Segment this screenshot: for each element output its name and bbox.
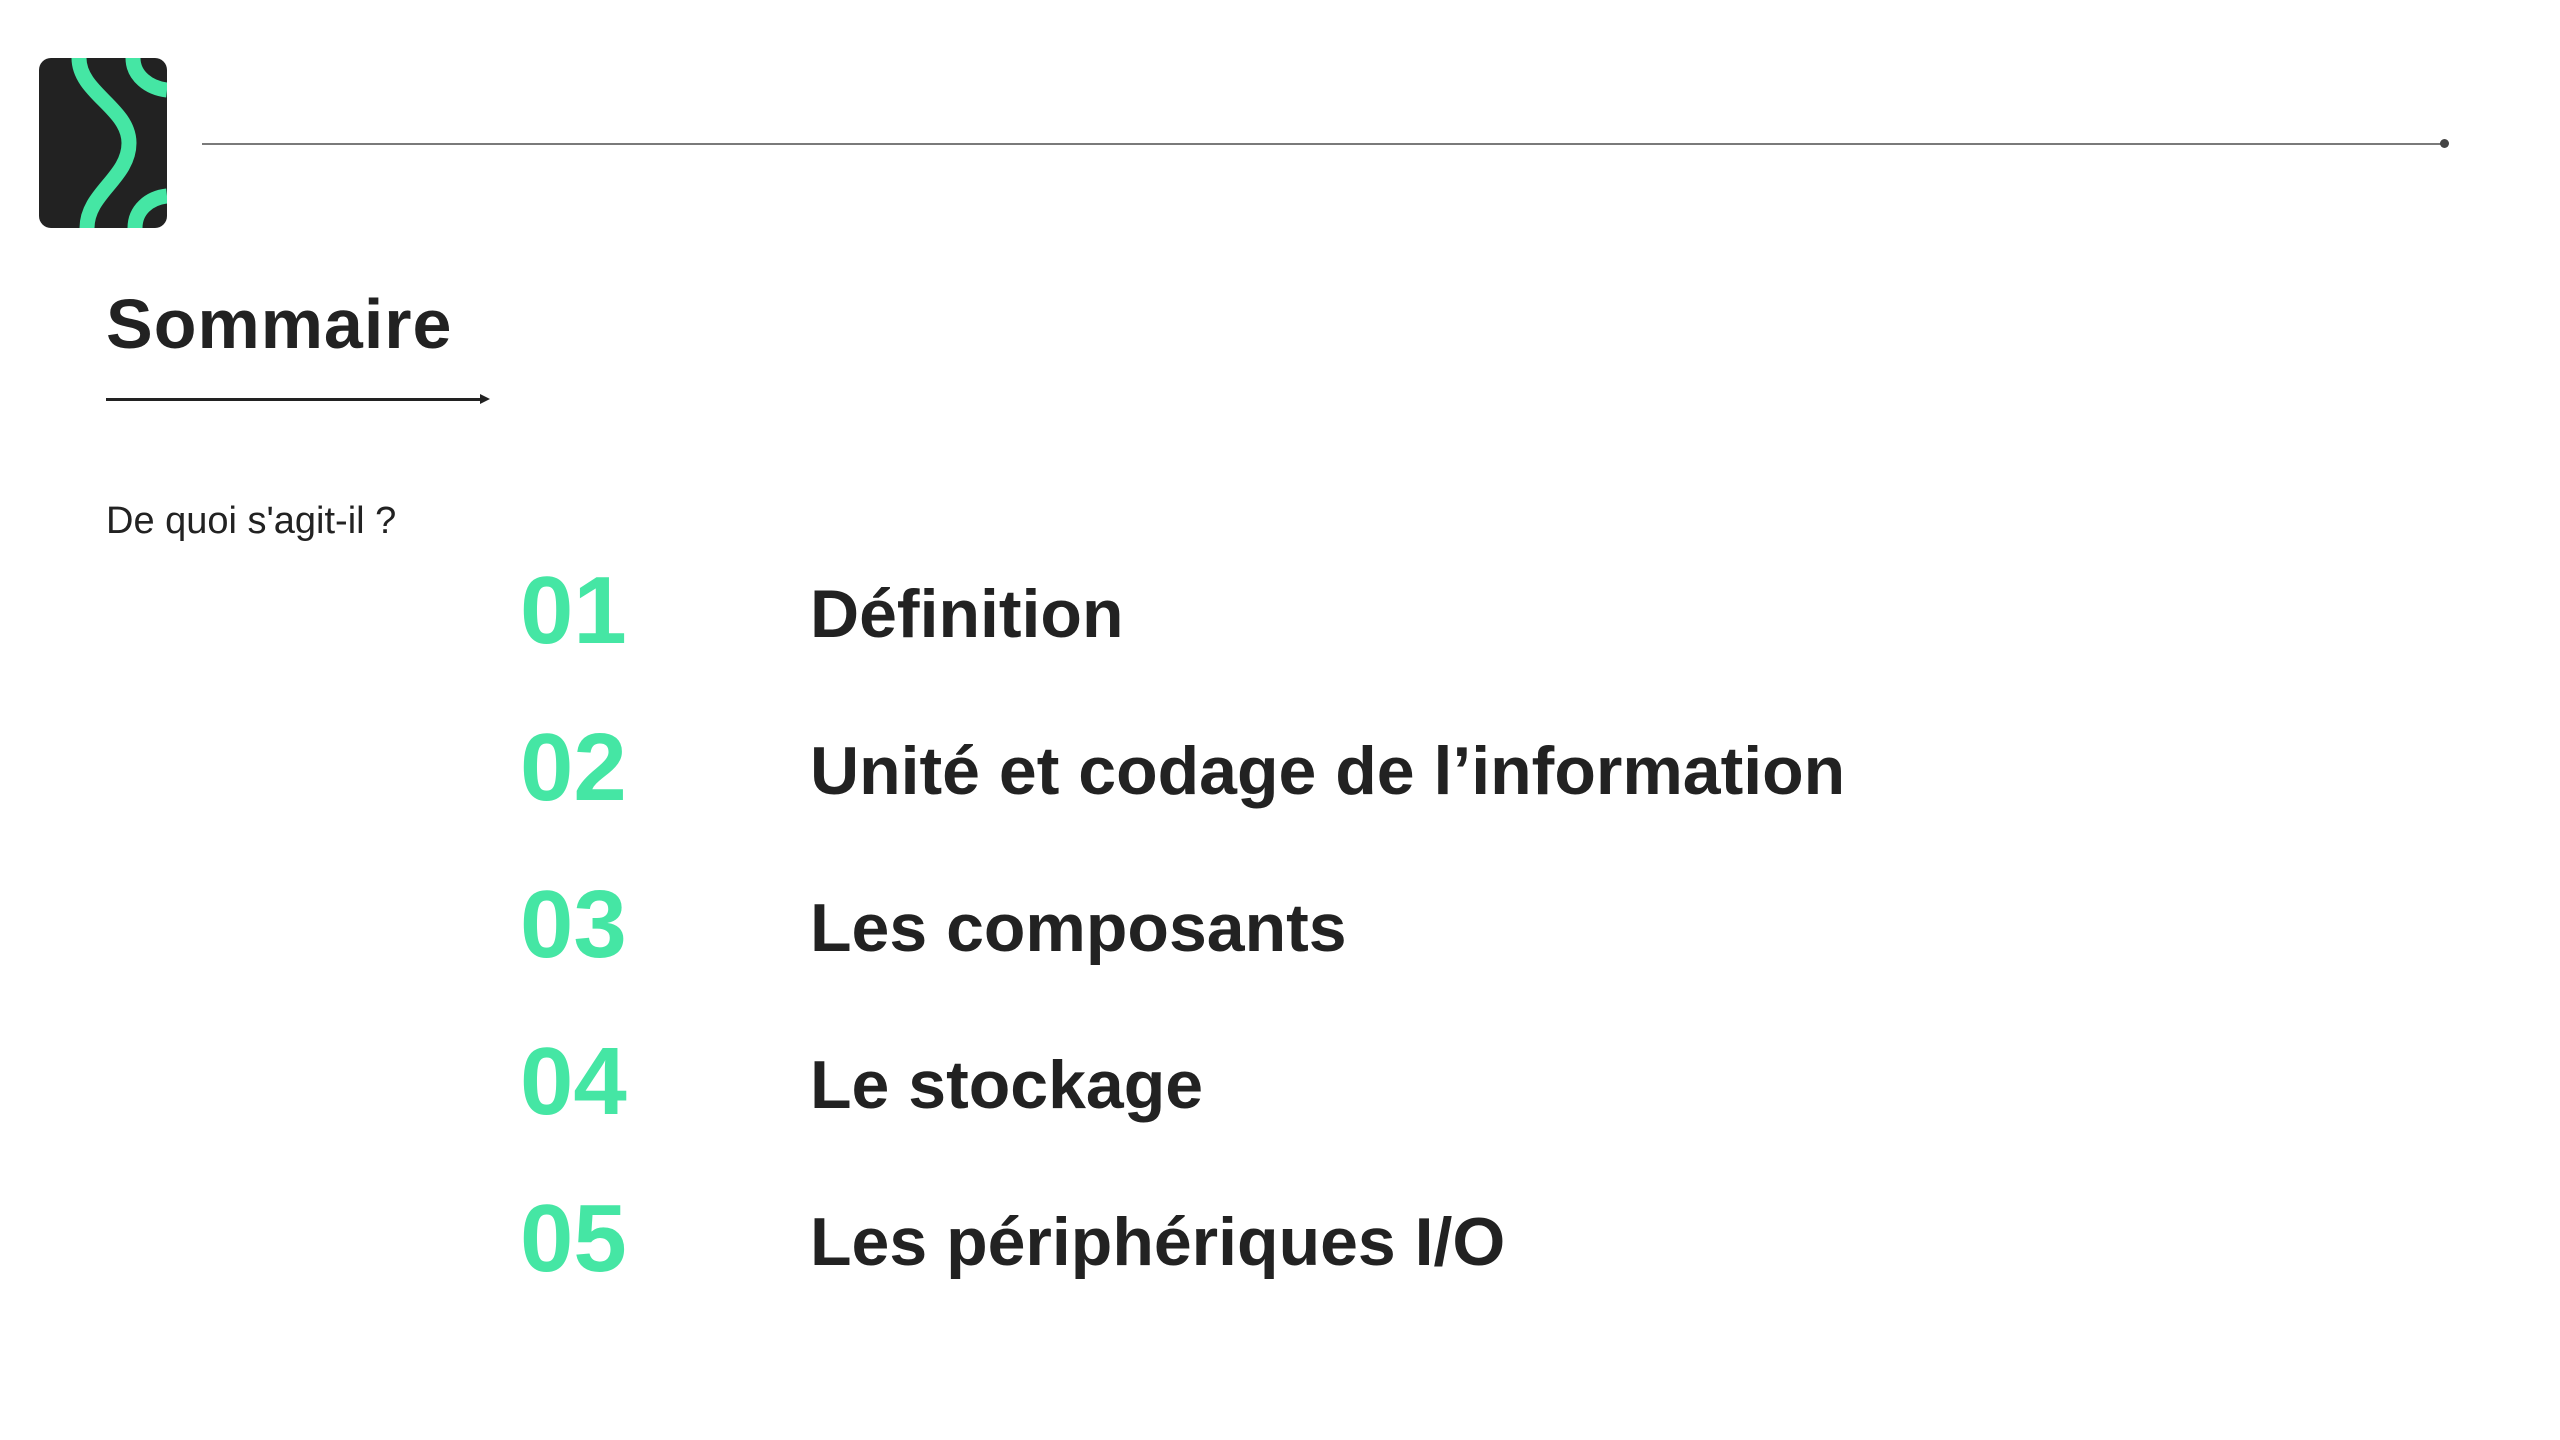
toc-item-3: 03 Les composants: [520, 870, 2420, 1027]
toc-number: 02: [520, 714, 627, 821]
toc-item-4: 04 Le stockage: [520, 1027, 2420, 1184]
brand-logo-icon: [39, 58, 167, 228]
toc-item-2: 02 Unité et codage de l’information: [520, 713, 2420, 870]
table-of-contents: 01 Définition 02 Unité et codage de l’in…: [520, 556, 2420, 1341]
toc-label: Unité et codage de l’information: [810, 733, 1846, 809]
title-underline-arrow: [106, 398, 482, 401]
toc-label: Définition: [810, 576, 1124, 652]
toc-label: Les périphériques I/O: [810, 1204, 1506, 1280]
toc-item-1: 01 Définition: [520, 556, 2420, 713]
header-divider-end-dot: [2440, 139, 2449, 148]
toc-number: 04: [520, 1028, 627, 1135]
header-divider: [202, 143, 2444, 145]
toc-number: 01: [520, 557, 627, 664]
toc-label: Le stockage: [810, 1047, 1204, 1123]
toc-item-5: 05 Les périphériques I/O: [520, 1184, 2420, 1341]
page-title: Sommaire: [106, 285, 453, 363]
toc-number: 05: [520, 1185, 627, 1292]
page-subtitle: De quoi s'agit-il ?: [106, 500, 397, 542]
arrow-head-icon: [480, 394, 490, 404]
toc-label: Les composants: [810, 890, 1347, 966]
toc-number: 03: [520, 871, 627, 978]
